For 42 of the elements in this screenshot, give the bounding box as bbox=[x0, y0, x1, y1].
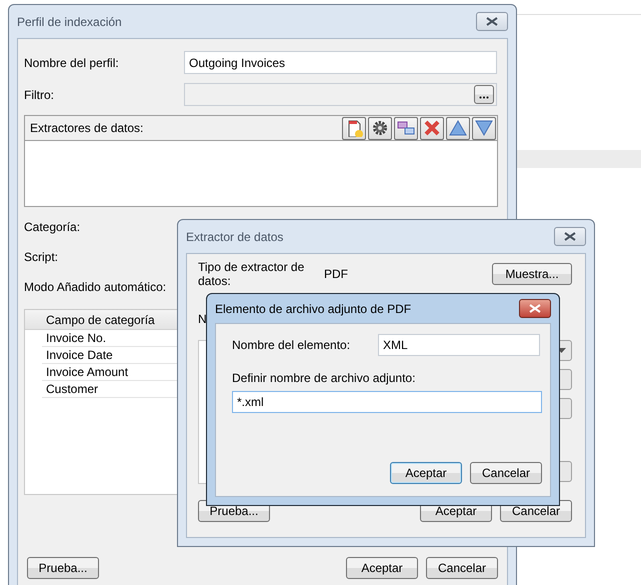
dialog-button[interactable]: Aceptar bbox=[346, 557, 418, 579]
linked-boxes-icon bbox=[397, 119, 415, 137]
close-button[interactable] bbox=[554, 227, 586, 246]
type-value: PDF bbox=[323, 267, 349, 281]
toolbar-button[interactable] bbox=[446, 116, 470, 140]
down-triangle-icon bbox=[475, 119, 493, 137]
field-label: Tipo de extractor de datos: bbox=[198, 260, 306, 288]
input-field[interactable]: XML bbox=[378, 334, 540, 356]
window-title: Extractor de datos bbox=[186, 230, 284, 244]
window-title: Perfil de indexación bbox=[17, 14, 122, 28]
dialog-button[interactable]: Cancelar bbox=[426, 557, 498, 579]
gear-icon bbox=[371, 119, 389, 137]
dialog-button[interactable]: Prueba... bbox=[27, 557, 99, 579]
up-triangle-icon bbox=[449, 119, 467, 137]
close-button[interactable] bbox=[519, 299, 551, 318]
panel-title: Extractores de datos: bbox=[30, 121, 144, 135]
toolbar-button[interactable] bbox=[342, 116, 366, 140]
toolbar-button[interactable] bbox=[420, 116, 444, 140]
toolbar-button[interactable] bbox=[368, 116, 392, 140]
profile-name-field[interactable]: Outgoing Invoices bbox=[184, 51, 497, 74]
close-icon bbox=[564, 232, 576, 241]
toolbar-button[interactable] bbox=[394, 116, 418, 140]
field-label: Categoría: bbox=[24, 220, 82, 234]
input-field[interactable]: *.xml bbox=[232, 391, 542, 413]
close-icon bbox=[486, 17, 498, 26]
field-label: Nombre del perfil: bbox=[24, 56, 120, 70]
field-label: N bbox=[198, 312, 207, 326]
extractors-list[interactable]: Extractores de datos: bbox=[24, 115, 498, 207]
delete-icon bbox=[423, 119, 441, 137]
field-label: Modo Añadido automático: bbox=[24, 280, 168, 294]
field-label: Nombre del elemento: bbox=[232, 338, 352, 352]
toolbar-button[interactable] bbox=[472, 116, 496, 140]
field-label: Script: bbox=[24, 250, 60, 264]
dialog-button[interactable]: Aceptar bbox=[390, 462, 462, 484]
dialog-button[interactable]: Cancelar bbox=[470, 462, 542, 484]
sample-button[interactable]: Muestra... bbox=[492, 263, 572, 285]
field-label: Filtro: bbox=[24, 88, 55, 102]
close-button[interactable] bbox=[476, 12, 508, 31]
ellipsis-icon bbox=[479, 96, 489, 98]
close-icon bbox=[529, 304, 541, 313]
field-label: Definir nombre de archivo adjunto: bbox=[232, 371, 416, 385]
window-title: Elemento de archivo adjunto de PDF bbox=[215, 302, 412, 316]
